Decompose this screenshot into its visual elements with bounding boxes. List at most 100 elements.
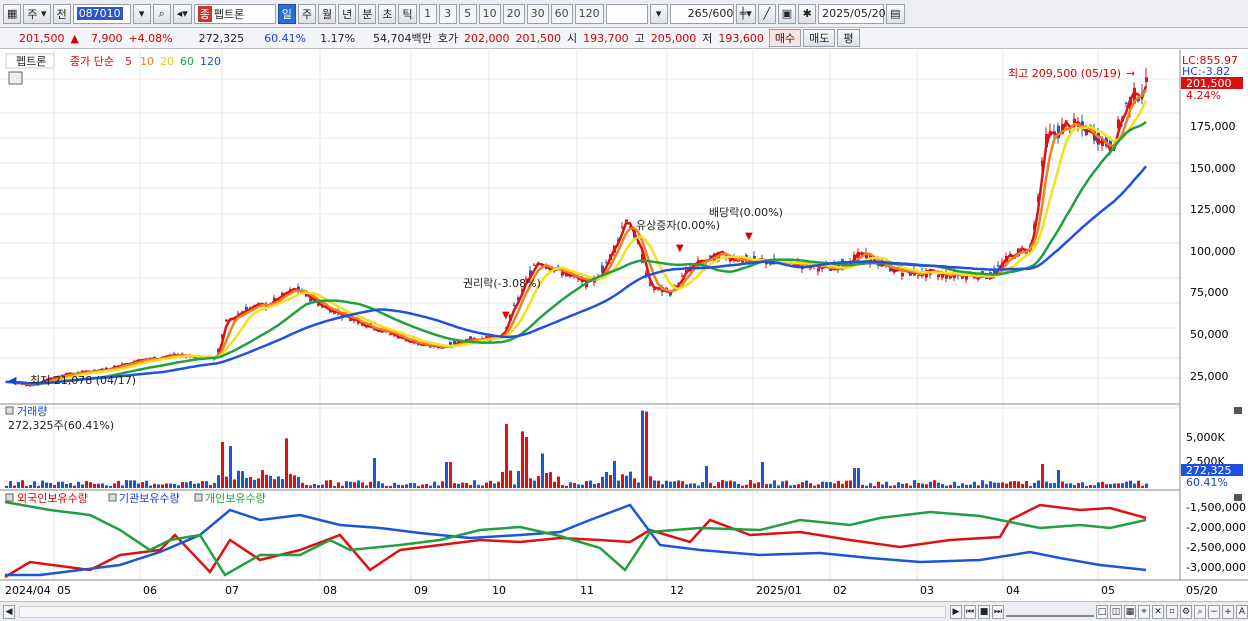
draw-tool-icon[interactable]: ╱ (757, 3, 776, 24)
ma60-label[interactable]: 60 (180, 55, 194, 68)
period-dropdown-icon[interactable]: ▾ (649, 3, 668, 24)
count-input[interactable]: 265/600 (669, 3, 734, 24)
volume-bar (373, 458, 376, 488)
volume-bar (557, 476, 560, 488)
panel-close-icon[interactable] (1234, 407, 1242, 414)
scroll-right-icon[interactable]: ▶ (950, 604, 962, 619)
tool-icon[interactable]: ⌖ (1138, 604, 1150, 619)
tool-icon[interactable]: ⌗ (1166, 604, 1178, 619)
volume-bar (1133, 483, 1136, 488)
candle-body (917, 275, 920, 277)
chart-area[interactable]: 펩트론 종가 단순 5 10 20 60 120 최고 209,500 (05/… (0, 50, 1248, 601)
volume-bar (85, 480, 88, 488)
candle-body (653, 289, 656, 291)
ma120-label[interactable]: 120 (200, 55, 221, 68)
candle-body (1125, 102, 1128, 104)
period-1[interactable]: 1 (418, 3, 437, 24)
period-120[interactable]: 120 (574, 3, 604, 24)
stock-name-field[interactable]: 종 펩트론 (193, 3, 276, 24)
volume-bar (1097, 482, 1100, 488)
period-20[interactable]: 20 (502, 3, 525, 24)
sell-button[interactable]: 매도 (803, 29, 836, 47)
scroll-left-icon[interactable]: ◀ (3, 604, 15, 619)
save-icon[interactable]: ▣ (777, 3, 797, 24)
tab-minute[interactable]: 분 (358, 3, 377, 24)
tab-week[interactable]: 주 (297, 3, 316, 24)
stop-icon[interactable]: ■ (978, 604, 990, 619)
candle-body (901, 272, 904, 277)
zoom-search-icon[interactable]: ⌕ (1194, 604, 1206, 619)
volume-bar (305, 484, 308, 488)
ma5-label[interactable]: 5 (125, 55, 132, 68)
search-icon[interactable]: ⌕ (152, 3, 171, 24)
table-icon[interactable] (8, 71, 23, 85)
last-icon[interactable]: ⏭ (992, 604, 1004, 619)
buy-button[interactable]: 매수 (768, 29, 802, 47)
volume-bar (873, 485, 876, 488)
type-select[interactable]: 전 (52, 3, 71, 24)
volume-bar (585, 481, 588, 488)
zoom-in-icon[interactable]: + (1222, 604, 1234, 619)
code-dropdown-icon[interactable]: ▾ (132, 3, 151, 24)
volume-bar (837, 480, 840, 488)
mode-select[interactable]: 주 ▾ (23, 3, 51, 24)
tool-icon[interactable]: □ (1096, 604, 1108, 619)
volume-bar (565, 485, 568, 488)
candle-type-icon[interactable]: ╪▾ (735, 3, 756, 24)
volume-bar (201, 481, 204, 488)
volume-pct: 60.41% (1186, 476, 1228, 489)
zoom-slider[interactable] (1006, 607, 1094, 617)
hold-ytick: -2,500,000 (1186, 541, 1246, 554)
font-size-icon[interactable]: A (1236, 604, 1248, 619)
ma-label[interactable]: 종가 단순 (70, 55, 114, 68)
date-input[interactable]: 2025/05/20 (818, 3, 886, 24)
tab-day[interactable]: 일 (277, 3, 296, 24)
volume-bar (1117, 483, 1120, 488)
tool-icon[interactable]: ▦ (1124, 604, 1136, 619)
tab-second[interactable]: 초 (378, 3, 397, 24)
period-3[interactable]: 3 (438, 3, 457, 24)
volume-bar (849, 480, 852, 488)
first-icon[interactable]: ⏮ (964, 604, 976, 619)
tab-month[interactable]: 월 (317, 3, 337, 24)
ma20-label[interactable]: 20 (160, 55, 174, 68)
gear-icon[interactable]: ✱ (798, 3, 817, 24)
tab-tick[interactable]: 틱 (398, 3, 417, 24)
volume-bar (461, 482, 464, 488)
volume-bar (713, 485, 716, 488)
tool-icon[interactable]: ⚙ (1180, 604, 1192, 619)
code-input[interactable]: 087010 (72, 3, 131, 24)
tool-icon[interactable]: ✕ (1152, 604, 1164, 619)
period-30[interactable]: 30 (526, 3, 549, 24)
volume-bar (473, 480, 476, 488)
tool-icon[interactable]: ◫ (1110, 604, 1122, 619)
ma10-label[interactable]: 10 (140, 55, 154, 68)
chart-layout-icon[interactable]: ▦ (3, 3, 22, 24)
volume-bar (665, 480, 668, 488)
panel-close-icon[interactable] (1234, 494, 1242, 501)
calendar-icon[interactable]: ▤ (886, 3, 905, 24)
volume-bar (405, 484, 408, 488)
volume-bar (345, 481, 348, 488)
zoom-out-icon[interactable]: − (1208, 604, 1220, 619)
tab-year[interactable]: 년 (338, 3, 357, 24)
volume-bar (77, 481, 80, 488)
volume-bar (181, 482, 184, 488)
volume-bar (905, 483, 908, 488)
volume-bar (1137, 480, 1140, 488)
period-60[interactable]: 60 (550, 3, 573, 24)
scrollbar-track[interactable] (19, 605, 946, 618)
volume-bar (821, 481, 824, 488)
volume-bar (453, 483, 456, 488)
period-custom-input[interactable] (605, 3, 648, 24)
volume-bar (897, 482, 900, 488)
avg-button[interactable]: 평 (837, 29, 860, 47)
period-10[interactable]: 10 (478, 3, 501, 24)
volume-bar (653, 480, 656, 488)
volume-bar (121, 485, 124, 488)
period-5[interactable]: 5 (458, 3, 477, 24)
volume-bar (501, 472, 504, 488)
volume-bar (101, 483, 104, 488)
volume-bar (761, 462, 764, 488)
speaker-icon[interactable]: ◂▾ (172, 3, 192, 24)
